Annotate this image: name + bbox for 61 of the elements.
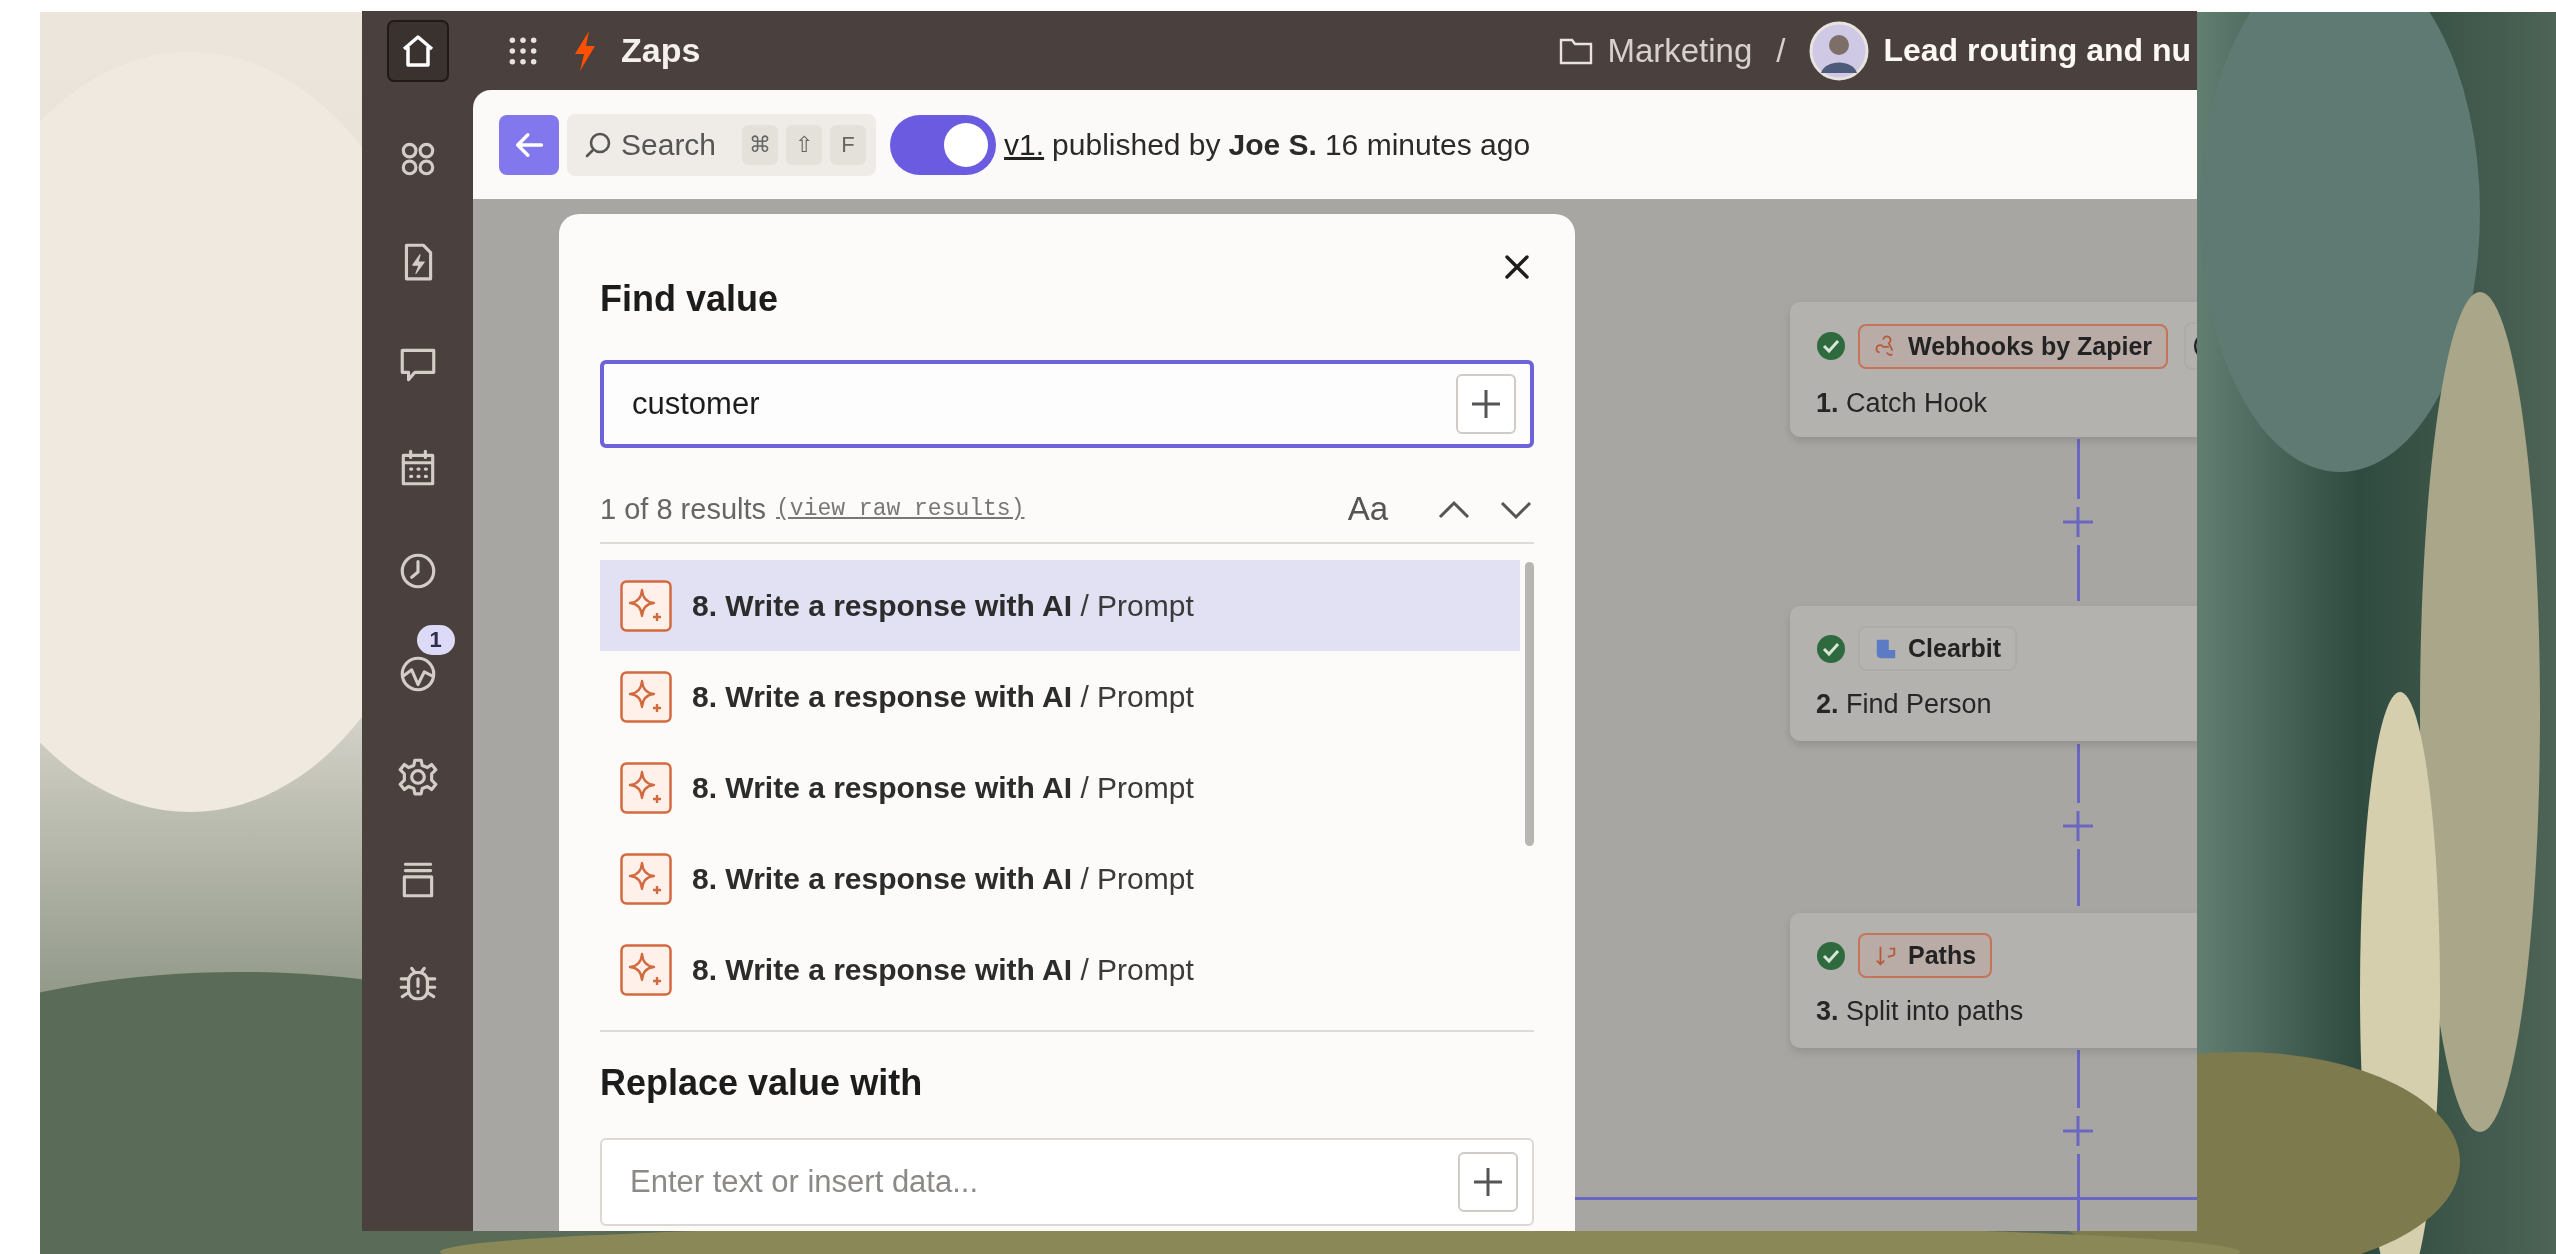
notification-badge: 1 (416, 625, 455, 655)
result-label: 8. Write a response with AI / Prompt (692, 952, 1194, 987)
folder-link[interactable]: Marketing (1607, 31, 1753, 70)
app-title: Zaps (621, 31, 701, 70)
check-icon (1816, 940, 1846, 971)
check-icon (1816, 633, 1846, 664)
connector-line (2077, 744, 2080, 803)
published-time: 16 minutes ago (1324, 127, 1531, 162)
lightning-bolt-icon (573, 30, 597, 71)
shortcut-key: ⌘ (742, 124, 779, 165)
avatar-icon (1809, 20, 1870, 81)
home-icon[interactable] (385, 18, 450, 83)
back-button[interactable] (499, 114, 559, 175)
search-result[interactable]: 8. Write a response with AI / Prompt (600, 560, 1520, 651)
app-name: Webhooks by Zapier (1908, 331, 2153, 361)
ai-sparkle-icon (620, 579, 672, 632)
author-name: Joe S. (1228, 127, 1317, 162)
step-title: 3. Split into paths (1816, 996, 2025, 1027)
result-label: 8. Write a response with AI / Prompt (692, 588, 1194, 623)
results-count: 1 of 8 results (600, 492, 767, 526)
folder-icon (1559, 36, 1594, 65)
ai-sparkle-icon (620, 670, 672, 723)
ai-sparkle-icon (620, 943, 672, 996)
result-label: 8. Write a response with AI / Prompt (692, 679, 1194, 714)
app-name: Paths (1908, 941, 1977, 970)
find-input[interactable]: customer (630, 385, 1456, 423)
result-label: 8. Write a response with AI / Prompt (692, 770, 1194, 805)
step-title: 2. Find Person (1816, 689, 1993, 720)
search-button[interactable]: Search ⌘ ⇧ F (567, 113, 877, 176)
connector-line (2077, 1050, 2080, 1108)
connector-line (2077, 439, 2080, 499)
shortcut-key: ⇧ (786, 124, 823, 165)
search-label: Search (621, 127, 717, 162)
settings-icon[interactable] (396, 756, 439, 798)
app-name: Clearbit (1908, 634, 2002, 663)
replace-input[interactable]: Enter text or insert data... (628, 1163, 1458, 1201)
ai-sparkle-icon (620, 761, 672, 814)
insert-data-icon[interactable] (1456, 374, 1516, 434)
close-icon[interactable] (1502, 252, 1532, 282)
step-card[interactable]: Clearbit 2. Find Person (1790, 606, 2197, 741)
step-title: 1. Catch Hook (1816, 388, 1989, 419)
published-text: published by (1052, 127, 1221, 162)
connector-line (2077, 545, 2080, 601)
zap-title: Lead routing and nu (1883, 32, 2191, 69)
step-card[interactable]: Paths 3. Split into paths (1790, 913, 2197, 1048)
insert-data-icon[interactable] (1458, 1152, 1518, 1212)
check-icon (1816, 331, 1846, 361)
version-link[interactable]: v1. (1004, 127, 1045, 162)
breadcrumb-separator: / (1776, 31, 1786, 70)
find-field[interactable]: customer (600, 360, 1534, 448)
step-card[interactable]: Webhooks by Zapier 1. Catch Hook (1790, 302, 2197, 437)
shortcut-key: F (830, 124, 867, 165)
scrollbar[interactable] (1525, 562, 1534, 846)
replace-title: Replace value with (600, 1062, 924, 1104)
raw-results-link[interactable]: (view raw results) (776, 496, 1025, 522)
replace-field[interactable]: Enter text or insert data... (600, 1138, 1534, 1226)
connector-line (2077, 849, 2080, 906)
dialog-title: Find value (600, 278, 779, 320)
ai-sparkle-icon (620, 852, 672, 905)
match-case-button[interactable]: Aa (1347, 490, 1388, 528)
result-label: 8. Write a response with AI / Prompt (692, 861, 1194, 896)
